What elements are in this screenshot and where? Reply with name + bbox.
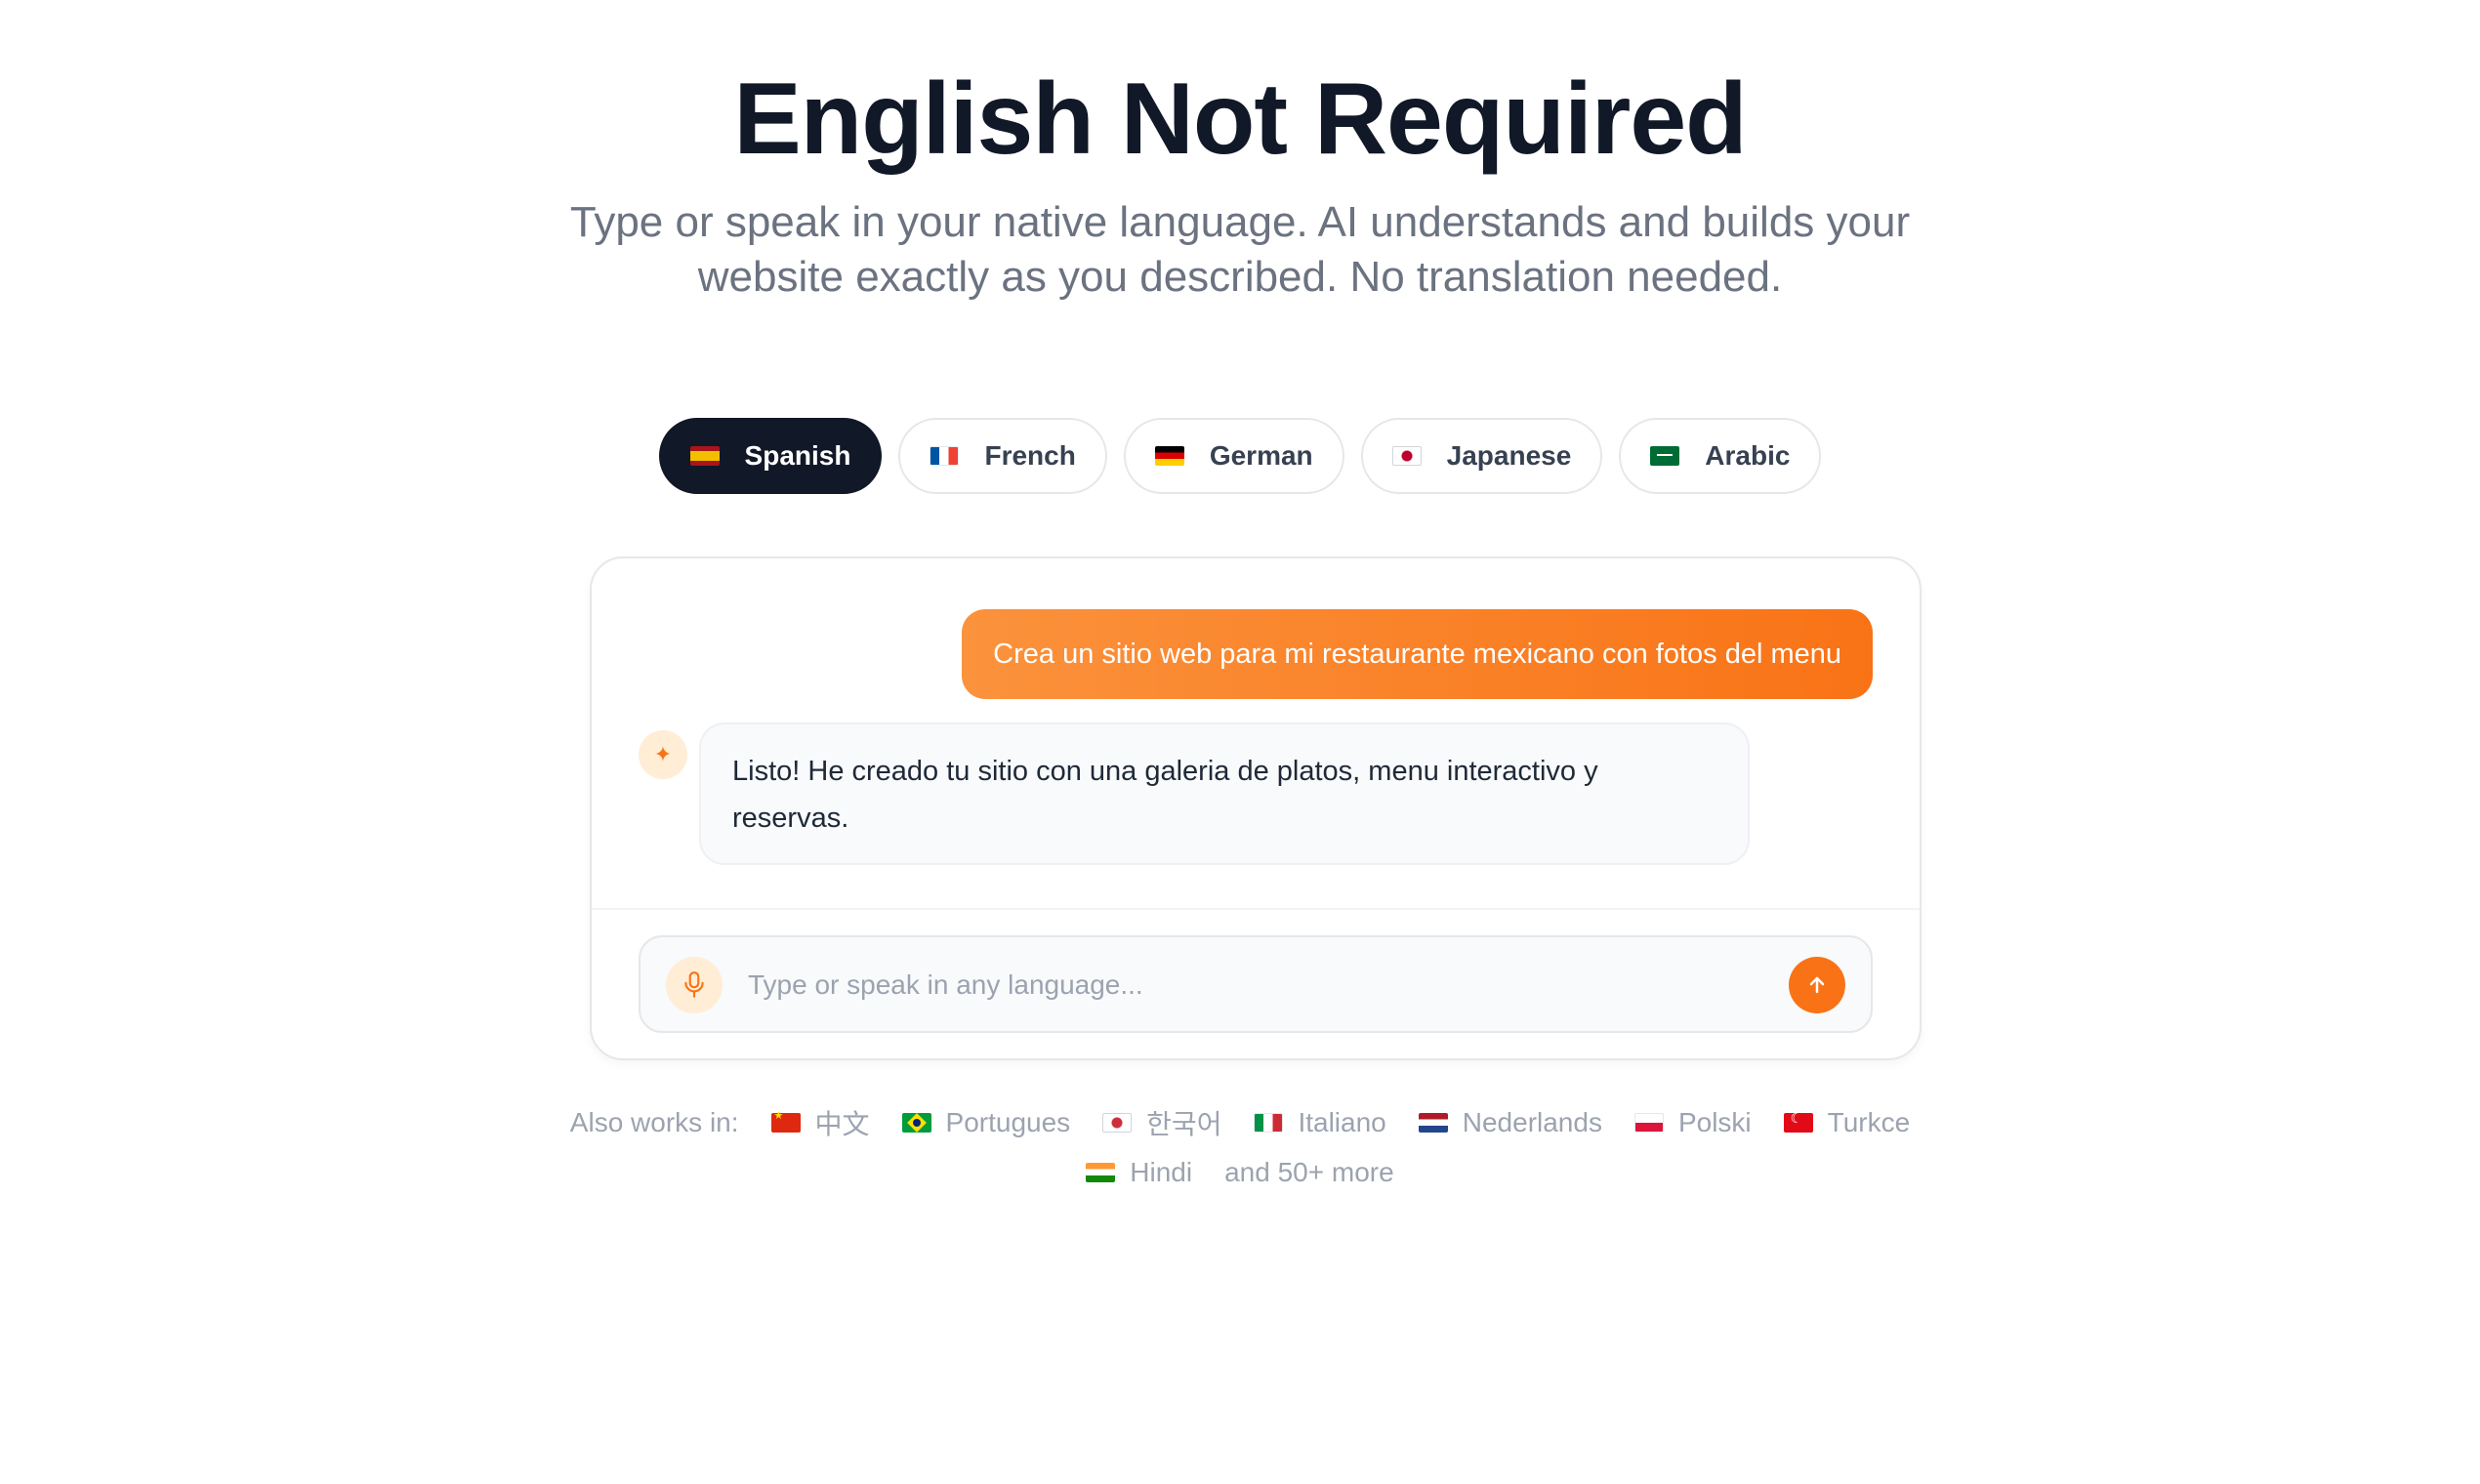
tab-label: Arabic bbox=[1705, 440, 1791, 471]
saudi-arabia-flag-icon bbox=[1650, 446, 1680, 466]
lang-name: Polski bbox=[1677, 1107, 1752, 1137]
more-languages-text: and 50+ more bbox=[1224, 1157, 1394, 1187]
lang-item-korean: 한국어 bbox=[1102, 1103, 1221, 1142]
germany-flag-icon bbox=[1154, 446, 1184, 466]
lang-name: 한국어 bbox=[1146, 1109, 1222, 1139]
turkey-flag-icon bbox=[1783, 1110, 1813, 1133]
india-flag-icon bbox=[1086, 1163, 1116, 1182]
page-subtitle: Type or speak in your native language. A… bbox=[569, 198, 1911, 301]
page-title: English Not Required bbox=[733, 62, 1747, 176]
tab-german[interactable]: German bbox=[1123, 418, 1344, 494]
microphone-button[interactable] bbox=[666, 957, 723, 1013]
divider bbox=[592, 908, 1920, 910]
ai-message-bubble: Listo! He creado tu sitio con una galeri… bbox=[699, 722, 1750, 865]
lang-item-hindi: Hindi bbox=[1086, 1157, 1192, 1188]
lang-name: Turkce bbox=[1827, 1107, 1911, 1137]
also-works-row: Also works in: 中文 Portugues 한국어 Italiano… bbox=[0, 1101, 2480, 1144]
brazil-flag-icon bbox=[901, 1113, 931, 1133]
japan-flag-icon bbox=[1391, 446, 1422, 466]
tab-label: Japanese bbox=[1446, 440, 1572, 471]
user-message-bubble: Crea un sitio web para mi restaurante me… bbox=[962, 609, 1873, 699]
language-tabs: Spanish French German Japanese Arabic bbox=[0, 418, 2480, 494]
lang-name: Portugues bbox=[945, 1107, 1071, 1137]
tab-label: German bbox=[1209, 440, 1313, 471]
lang-item-portuguese: Portugues bbox=[901, 1107, 1071, 1138]
lang-name: 中文 bbox=[814, 1109, 870, 1139]
also-works-label: Also works in: bbox=[569, 1107, 739, 1137]
netherlands-flag-icon bbox=[1418, 1113, 1448, 1133]
also-works-row: Hindi and 50+ more bbox=[0, 1151, 2480, 1194]
tab-arabic[interactable]: Arabic bbox=[1619, 418, 1822, 494]
korea-flag-icon bbox=[1102, 1113, 1133, 1133]
spain-flag-icon bbox=[689, 446, 720, 466]
lang-item-italian: Italiano bbox=[1254, 1107, 1386, 1138]
microphone-icon bbox=[684, 971, 704, 998]
chat-input-bar bbox=[639, 935, 1873, 1033]
france-flag-icon bbox=[930, 446, 960, 466]
arrow-up-icon bbox=[1809, 976, 1825, 994]
tab-japanese[interactable]: Japanese bbox=[1360, 418, 1603, 494]
tab-spanish[interactable]: Spanish bbox=[658, 418, 883, 494]
sparkle-icon: ✦ bbox=[639, 730, 687, 779]
page: English Not Required Type or speak in yo… bbox=[0, 0, 2480, 1484]
lang-item-chinese: 中文 bbox=[770, 1103, 870, 1142]
china-flag-icon bbox=[770, 1109, 801, 1133]
lang-name: Italiano bbox=[1298, 1107, 1386, 1137]
lang-item-polish: Polski bbox=[1633, 1107, 1752, 1138]
tab-label: French bbox=[984, 440, 1076, 471]
lang-name: Hindi bbox=[1130, 1157, 1193, 1187]
chat-input[interactable] bbox=[748, 957, 1724, 1013]
lang-name: Nederlands bbox=[1462, 1107, 1602, 1137]
italy-flag-icon bbox=[1254, 1113, 1284, 1133]
lang-item-dutch: Nederlands bbox=[1418, 1107, 1602, 1138]
lang-item-turkish: Turkce bbox=[1783, 1107, 1911, 1138]
send-button[interactable] bbox=[1789, 957, 1845, 1013]
tab-label: Spanish bbox=[744, 440, 851, 471]
chat-card: Crea un sitio web para mi restaurante me… bbox=[590, 556, 1922, 1060]
tab-french[interactable]: French bbox=[898, 418, 1107, 494]
poland-flag-icon bbox=[1633, 1113, 1664, 1133]
